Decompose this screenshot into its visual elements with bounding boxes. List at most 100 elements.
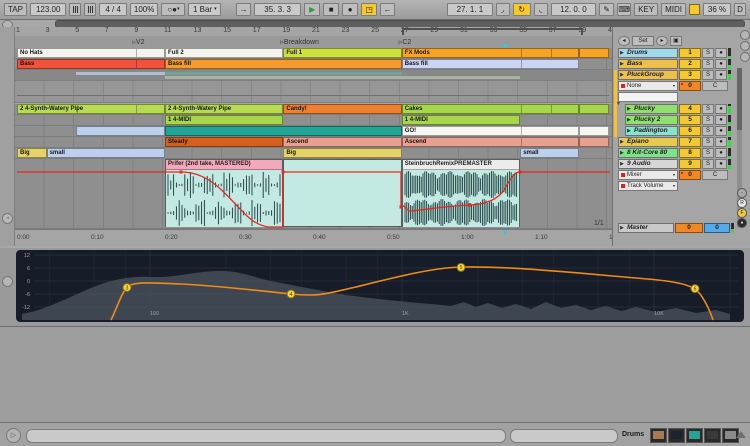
master-cue-volume[interactable]: 0 xyxy=(704,223,730,233)
automation-value[interactable]: 0 xyxy=(679,81,701,91)
tap-tempo-button[interactable]: TAP xyxy=(4,3,27,16)
clip[interactable]: 2 4-Synth-Watery Pipe xyxy=(17,104,165,114)
time-signature-field[interactable]: 4 / 4 xyxy=(99,3,127,16)
clip[interactable] xyxy=(579,104,609,114)
record-badge[interactable]: R xyxy=(737,198,747,208)
track-lane-plucky2[interactable]: 1 4-MIDI1 4-MIDI xyxy=(14,115,612,126)
groove-amount-field[interactable]: 100% xyxy=(130,3,158,16)
arm-button[interactable]: ● xyxy=(715,126,727,136)
clip[interactable]: Full 1 xyxy=(283,48,401,58)
arrangement-position-field[interactable]: 35. 3. 3 xyxy=(254,3,301,16)
clip[interactable]: GO! xyxy=(402,126,580,136)
arm-button[interactable]: ● xyxy=(715,59,727,69)
show-detail-view-toggle[interactable] xyxy=(736,431,746,438)
midi-overdub-button[interactable]: ◳ xyxy=(361,3,377,16)
automation-value[interactable]: 0 xyxy=(679,170,701,180)
record-button[interactable]: ● xyxy=(342,3,358,16)
group-fold-icon[interactable]: ▼ xyxy=(616,101,621,107)
solo-button[interactable]: S xyxy=(702,115,714,125)
solo-button[interactable]: S xyxy=(702,148,714,158)
solo-button[interactable]: S xyxy=(702,126,714,136)
computer-midi-keyboard-button[interactable]: ⌨ xyxy=(617,3,631,16)
track-lane-epiano[interactable]: SteadyAscendAscend xyxy=(14,137,612,148)
solo-button[interactable]: S xyxy=(702,48,714,58)
clip[interactable]: Cakes xyxy=(402,104,580,114)
clip[interactable]: Big xyxy=(283,148,401,158)
track-name-plucky[interactable]: Plucky xyxy=(625,104,678,114)
track-name-9-audio[interactable]: 9 Audio xyxy=(618,159,678,169)
track-name-epiano[interactable]: Epiano xyxy=(618,137,678,147)
track-name-bass[interactable]: Bass xyxy=(618,59,678,69)
key-map-button[interactable]: KEY xyxy=(634,3,658,16)
prev-locator-button[interactable]: ◂ xyxy=(618,36,630,46)
set-locator-button[interactable]: Set xyxy=(632,36,654,46)
clip[interactable]: Bass fill xyxy=(402,59,580,69)
clip[interactable]: Full 2 xyxy=(165,48,283,58)
loop-brace[interactable] xyxy=(402,28,584,35)
track-name-drums[interactable]: Drums xyxy=(618,48,678,58)
eq-panel-rail-icon[interactable] xyxy=(2,276,13,287)
automation-device-chooser[interactable]: None▾ xyxy=(618,81,678,91)
arm-button[interactable]: ● xyxy=(715,70,727,80)
clip[interactable] xyxy=(165,126,402,136)
track-lane-plucky[interactable]: 2 4-Synth-Watery Pipe2 4-Synth-Watery Pi… xyxy=(14,104,612,115)
clip[interactable]: 1 4-MIDI xyxy=(402,115,520,125)
master-volume[interactable]: 0 xyxy=(675,223,703,233)
solo-button[interactable]: S xyxy=(702,104,714,114)
draw-mode-button[interactable]: ✎ xyxy=(599,3,614,16)
track-name-padlington[interactable]: Padlington xyxy=(625,126,678,136)
arm-button[interactable]: ● xyxy=(715,104,727,114)
dark-badge[interactable]: ● xyxy=(737,218,747,228)
metronome-button[interactable]: ○●▾ xyxy=(161,3,185,16)
loop-start-field[interactable]: 27. 1. 1 xyxy=(447,3,492,16)
stop-button[interactable]: ■ xyxy=(323,3,339,16)
status-play-icon[interactable]: ▷ xyxy=(6,428,21,443)
automation-param-chooser-empty[interactable] xyxy=(618,92,678,102)
solo-button[interactable]: S xyxy=(702,137,714,147)
clip[interactable]: No Hats xyxy=(17,48,165,58)
track-name-plucky-2[interactable]: Plucky 2 xyxy=(625,115,678,125)
track-lane-audio[interactable]: Prifer (2nd take, MASTERED) SteinbruchRem… xyxy=(14,159,612,229)
quantization-menu[interactable]: 1 Bar▾ xyxy=(188,3,221,16)
back-to-arrangement-button[interactable]: ← xyxy=(380,3,395,16)
clip[interactable] xyxy=(76,126,165,136)
locator[interactable]: ▹V2 xyxy=(132,38,144,46)
audio-clip[interactable]: SteinbruchRemixPREMASTER xyxy=(402,159,520,227)
play-button[interactable]: ▶ xyxy=(304,3,320,16)
clip[interactable]: Bass xyxy=(17,59,165,69)
group-track-lane[interactable] xyxy=(14,70,612,81)
loop-length-field[interactable]: 12. 0. 0 xyxy=(551,3,596,16)
automation-device-chooser[interactable]: Mixer▾ xyxy=(618,170,678,180)
nudge-down-button[interactable] xyxy=(69,3,81,16)
clip[interactable]: small xyxy=(520,148,579,158)
audio-clip[interactable]: Prifer (2nd take, MASTERED) xyxy=(165,159,283,227)
punch-out-button[interactable]: ◟ xyxy=(534,3,548,16)
arm-button[interactable]: ● xyxy=(715,48,727,58)
clip[interactable]: FX Mods xyxy=(402,48,580,58)
solo-button[interactable]: S xyxy=(702,59,714,69)
clip[interactable] xyxy=(579,137,609,147)
eq-spectrum-display[interactable]: 34561260-6-121001K10K xyxy=(16,250,744,322)
track-lane-drums[interactable]: No HatsFull 2Full 1FX Mods xyxy=(14,48,612,59)
track-lane-kitcore[interactable]: BigsmallBigsmall xyxy=(14,148,612,159)
next-locator-button[interactable]: ▸ xyxy=(656,36,668,46)
automation-device-chooser[interactable]: Track Volume▾ xyxy=(618,181,678,191)
track-name-8-kit-core-80[interactable]: 8 Kit-Core 80 xyxy=(618,148,678,158)
follow-button[interactable]: → xyxy=(236,3,251,16)
arm-button[interactable]: ● xyxy=(715,137,727,147)
clip[interactable]: Ascend xyxy=(402,137,580,147)
mixer-section-toggle-icon[interactable] xyxy=(740,52,750,62)
midi-map-button[interactable]: MIDI xyxy=(661,3,686,16)
clip[interactable]: Steady xyxy=(165,137,283,147)
clip[interactable]: small xyxy=(47,148,165,158)
locator[interactable]: ▹C2 xyxy=(399,38,411,46)
tempo-field[interactable]: 123.00 xyxy=(30,3,66,16)
group-automation-lane[interactable] xyxy=(14,81,612,103)
solo-button[interactable]: S xyxy=(702,159,714,169)
track-lane-padlington[interactable]: GO! xyxy=(14,126,612,137)
clip[interactable]: Candy! xyxy=(283,104,401,114)
locator[interactable]: ▹Breakdown xyxy=(280,38,319,46)
clip[interactable]: 2 4-Synth-Watery Pipe xyxy=(165,104,283,114)
device-chain-minimap[interactable] xyxy=(650,428,739,443)
nudge-up-button[interactable] xyxy=(84,3,96,16)
